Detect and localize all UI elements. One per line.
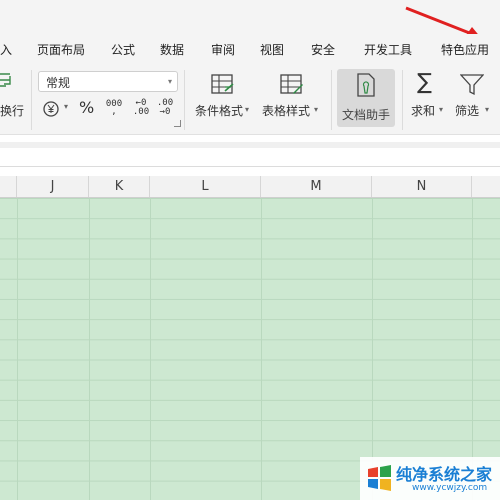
number-format-select[interactable]: 常规 ▾ <box>38 71 178 92</box>
increase-decimal-bottom: .00 <box>132 107 150 117</box>
grid-line <box>261 198 262 500</box>
divider <box>402 70 403 130</box>
document-helper-button[interactable]: 文档助手 <box>337 69 395 127</box>
tab-page-layout[interactable]: 页面布局 <box>37 41 85 58</box>
tab-special-apps[interactable]: 特色应用 <box>441 41 489 58</box>
percent-button[interactable]: % <box>79 98 94 117</box>
currency-caret: ▾ <box>64 102 69 111</box>
column-header-partial[interactable] <box>0 176 17 197</box>
grid-line <box>372 198 373 500</box>
ribbon: 换行 常规 ▾ ▾ % 000 , ←0 .00 .00 →0 条件格式 ▾ 表… <box>0 64 500 135</box>
chevron-down-icon: ▾ <box>167 77 172 86</box>
tab-insert[interactable]: 入 <box>0 41 12 58</box>
tab-formulas[interactable]: 公式 <box>111 41 135 58</box>
tab-data[interactable]: 数据 <box>160 41 184 58</box>
tab-view[interactable]: 视图 <box>260 41 284 58</box>
column-header-l[interactable]: L <box>150 176 261 197</box>
tab-developer-tools[interactable]: 开发工具 <box>364 41 412 58</box>
watermark-url: www.ycwjzy.com <box>412 483 488 493</box>
grid-line <box>150 198 151 500</box>
formula-bar[interactable] <box>0 135 500 167</box>
decrease-decimal-button[interactable]: .00 →0 <box>156 99 174 119</box>
tab-review[interactable]: 审阅 <box>211 41 235 58</box>
watermark-text: 纯净系统之家 <box>396 465 493 484</box>
watermark: 纯净系统之家 www.ycwjzy.com <box>360 457 500 500</box>
filter-label: 筛选 <box>455 104 480 118</box>
conditional-format-caret: ▾ <box>245 105 250 114</box>
grid-line <box>17 198 18 500</box>
menu-bar: 入 页面布局 公式 数据 审阅 视图 安全 开发工具 特色应用 <box>0 34 500 64</box>
column-header-row: J K L M N <box>0 176 500 198</box>
sum-label: 求和 <box>411 104 436 118</box>
table-style-icon <box>280 74 303 94</box>
watermark-logo-icon <box>368 465 391 491</box>
wrap-text-label: 换行 <box>0 104 25 118</box>
grid-line <box>472 198 473 500</box>
dialog-launcher-icon[interactable] <box>174 120 181 127</box>
decrease-decimal-top: .00 <box>156 98 174 108</box>
divider <box>31 70 32 130</box>
cell-grid[interactable] <box>0 198 500 500</box>
column-header-n[interactable]: N <box>372 176 472 197</box>
currency-button[interactable]: ▾ <box>42 100 72 118</box>
thousands-comma: , <box>111 107 117 117</box>
conditional-format-button[interactable]: 条件格式 ▾ <box>193 68 253 126</box>
increase-decimal-top: ←0 <box>135 98 147 108</box>
table-style-caret: ▾ <box>314 105 319 114</box>
filter-button[interactable]: 筛选 ▾ <box>452 68 496 126</box>
wrap-text-icon <box>0 73 11 87</box>
filter-icon <box>460 74 484 96</box>
decrease-decimal-bottom: →0 <box>159 107 171 117</box>
document-helper-label: 文档助手 <box>342 108 391 122</box>
divider <box>331 70 332 130</box>
divider <box>0 142 500 148</box>
thousands-separator-button[interactable]: 000 , <box>105 100 123 118</box>
column-header-j[interactable]: J <box>17 176 89 197</box>
increase-decimal-button[interactable]: ←0 .00 <box>132 99 150 119</box>
conditional-format-icon <box>211 74 234 94</box>
table-style-label: 表格样式 <box>262 104 311 118</box>
conditional-format-label: 条件格式 <box>195 104 244 118</box>
column-header-k[interactable]: K <box>89 176 150 197</box>
tab-security[interactable]: 安全 <box>311 41 335 58</box>
sum-button[interactable]: ∑ 求和 ▾ <box>408 68 446 126</box>
table-style-button[interactable]: 表格样式 ▾ <box>262 68 324 126</box>
grid-line <box>89 198 90 500</box>
sigma-icon: ∑ <box>417 70 432 95</box>
column-header-partial[interactable] <box>472 176 500 197</box>
document-helper-icon <box>357 73 375 97</box>
wrap-text-button[interactable]: 换行 <box>0 68 26 126</box>
column-header-m[interactable]: M <box>261 176 372 197</box>
filter-caret: ▾ <box>485 105 490 114</box>
divider <box>184 70 185 130</box>
currency-icon <box>43 101 59 117</box>
sum-caret: ▾ <box>439 105 444 114</box>
number-format-value: 常规 <box>46 76 71 90</box>
